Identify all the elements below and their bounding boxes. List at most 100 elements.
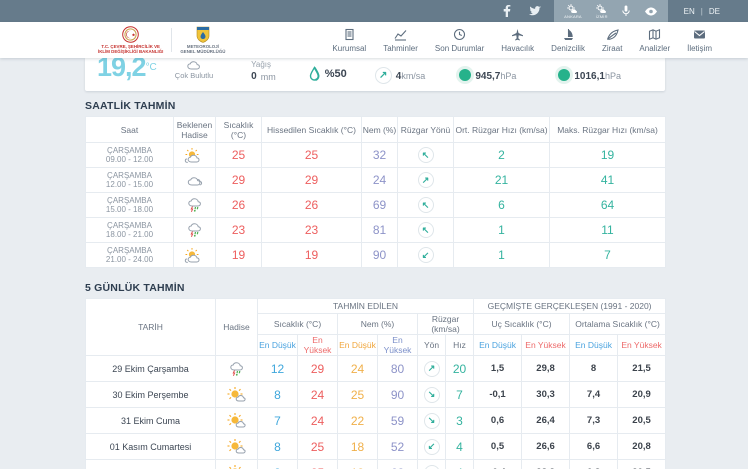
leaf-icon <box>606 28 619 41</box>
nav-iletisim[interactable]: İletişim <box>687 28 712 53</box>
feels-cell: 29 <box>262 168 362 193</box>
temp-cell: 25 <box>216 143 262 168</box>
wind-speed-cell: 7 <box>446 382 474 408</box>
wind-direction-cell: ↖ <box>398 143 454 168</box>
microphone-icon[interactable] <box>622 5 630 17</box>
humidity-cell: 81 <box>362 218 398 243</box>
daily-section-title: 5 GÜNLÜK TAHMİN <box>85 282 748 294</box>
daily-row: 30 Ekim Perşembe 8 24 25 90 ↘ 7 -0,1 30,… <box>86 382 666 408</box>
nav-label: İletişim <box>687 44 712 53</box>
temp-cell: 29 <box>216 168 262 193</box>
twitter-icon[interactable] <box>526 3 544 19</box>
daily-row: 02 Kasım Pazar 8 25 19 62 ↙ 4 -0,4 28,3 … <box>86 460 666 469</box>
ext-max-cell: 26,4 <box>522 408 570 434</box>
avg-max-cell: 20,5 <box>618 460 666 469</box>
ext-min-cell: 0,6 <box>474 408 522 434</box>
storm-icon <box>174 193 216 218</box>
mostly-sunny-icon <box>216 382 258 408</box>
date-cell: 29 Ekim Çarşamba <box>86 356 216 382</box>
max-wind-cell: 41 <box>550 168 666 193</box>
hum-min-cell: 19 <box>338 460 378 469</box>
time-cell: ÇARŞAMBA21.00 - 24.00 <box>86 243 174 268</box>
hum-min-cell: 25 <box>338 382 378 408</box>
time-cell: ÇARŞAMBA18.00 - 21.00 <box>86 218 174 243</box>
nav-denizcilik[interactable]: Denizcilik <box>551 28 585 53</box>
avg-max-cell: 21,5 <box>618 356 666 382</box>
col-hadise: Hadise <box>216 299 258 356</box>
mgm-logo-block[interactable]: METEOROLOJİ GENEL MÜDÜRLÜĞÜ <box>180 26 225 54</box>
current-temperature: 19,2°C <box>97 58 157 81</box>
nav-tahminler[interactable]: Tahminler <box>383 28 418 53</box>
wind-direction-icon: ↙ <box>424 465 440 469</box>
shortcut-label: ANKARA <box>564 15 582 19</box>
wind-speed-cell: 4 <box>446 434 474 460</box>
city-weather-shortcut-icon[interactable]: ANKARA <box>564 4 582 19</box>
mostly-sunny-icon <box>216 408 258 434</box>
ext-min-cell: -0,4 <box>474 460 522 469</box>
city-weather-shortcut-icon[interactable]: İZMİR <box>596 4 608 19</box>
nav-havacilik[interactable]: Havacılık <box>501 28 534 53</box>
wind-unit: km/sa <box>401 71 425 81</box>
cloudy-icon <box>174 168 216 193</box>
mgm-logo <box>196 26 210 43</box>
col-saat: Saat <box>86 117 174 143</box>
brand-divider <box>171 28 172 52</box>
col-nem: Nem (%) <box>362 117 398 143</box>
ministry-logo-block[interactable]: T.C. ÇEVRE, ŞEHİRCİLİK VE İKLİM DEĞİŞİKL… <box>98 26 163 54</box>
avg-wind-cell: 21 <box>454 168 550 193</box>
daily-row: 31 Ekim Cuma 7 24 22 59 ↘ 3 0,6 26,4 7,3… <box>86 408 666 434</box>
humidity-cell: 69 <box>362 193 398 218</box>
precip-value: 0 <box>251 71 257 82</box>
wind-direction-cell: ↗ <box>418 356 446 382</box>
date-cell: 02 Kasım Pazar <box>86 460 216 469</box>
nav-kurumsal[interactable]: Kurumsal <box>332 28 366 53</box>
hourly-forecast-table: Saat Beklenen Hadise Sıcaklık (°C) Hisse… <box>85 116 666 268</box>
feels-cell: 19 <box>262 243 362 268</box>
avg-max-cell: 20,5 <box>618 408 666 434</box>
hourly-row: ÇARŞAMBA18.00 - 21.00 23 23 81 ↖ 1 11 <box>86 218 666 243</box>
lang-separator: | <box>701 7 703 16</box>
nav-analizler[interactable]: Analizler <box>639 28 670 53</box>
daily-forecast-table: TARİH Hadise TAHMİN EDİLEN GEÇMİŞTE GERÇ… <box>85 298 666 469</box>
lang-en[interactable]: EN <box>684 7 695 16</box>
daily-group-header-row: TARİH Hadise TAHMİN EDİLEN GEÇMİŞTE GERÇ… <box>86 299 666 314</box>
plane-icon <box>511 28 524 41</box>
hum-max-cell: 59 <box>378 408 418 434</box>
shortcut-label: İZMİR <box>596 15 608 19</box>
pressure-actual-value: 945,7 <box>475 71 500 82</box>
nav-label: Son Durumlar <box>435 44 484 53</box>
feels-cell: 23 <box>262 218 362 243</box>
sailboat-icon <box>562 28 575 41</box>
ext-max-cell: 26,6 <box>522 434 570 460</box>
wind-direction-icon: ↙ <box>418 247 434 263</box>
sub-min: En Düşük <box>474 335 522 356</box>
pressure-actual-block: Aktüel Basınç 945,7hPa <box>459 60 516 84</box>
daily-row: 29 Ekim Çarşamba 12 29 24 80 ↗ 20 1,5 29… <box>86 356 666 382</box>
wind-direction-icon: ↖ <box>418 222 434 238</box>
nav-label: Denizcilik <box>551 44 585 53</box>
facebook-icon[interactable] <box>498 3 516 19</box>
nav-son-durumlar[interactable]: Son Durumlar <box>435 28 484 53</box>
wind-direction-cell: ↖ <box>398 193 454 218</box>
mostly-sunny-icon <box>216 460 258 469</box>
temp-min-cell: 7 <box>258 408 298 434</box>
temp-min-cell: 8 <box>258 460 298 469</box>
avg-wind-cell: 6 <box>454 193 550 218</box>
eye-icon[interactable] <box>644 7 658 16</box>
humidity-cell: 32 <box>362 143 398 168</box>
max-wind-cell: 11 <box>550 218 666 243</box>
avg-max-cell: 20,9 <box>618 382 666 408</box>
wind-direction-cell: ↘ <box>418 408 446 434</box>
nav-ziraat[interactable]: Ziraat <box>602 28 622 53</box>
site-header: T.C. ÇEVRE, ŞEHİRCİLİK VE İKLİM DEĞİŞİKL… <box>0 22 748 58</box>
lang-de[interactable]: DE <box>709 7 720 16</box>
avg-wind-cell: 1 <box>454 218 550 243</box>
group-humidity: Nem (%) <box>338 314 418 335</box>
wind-direction-icon: ↘ <box>424 413 440 429</box>
time-cell: ÇARŞAMBA15.00 - 18.00 <box>86 193 174 218</box>
avg-max-cell: 20,8 <box>618 434 666 460</box>
ministry-logo <box>122 26 139 43</box>
chart-icon <box>394 28 407 41</box>
ministry-name: T.C. ÇEVRE, ŞEHİRCİLİK VE İKLİM DEĞİŞİKL… <box>98 44 163 54</box>
brand-area: T.C. ÇEVRE, ŞEHİRCİLİK VE İKLİM DEĞİŞİKL… <box>98 26 225 54</box>
